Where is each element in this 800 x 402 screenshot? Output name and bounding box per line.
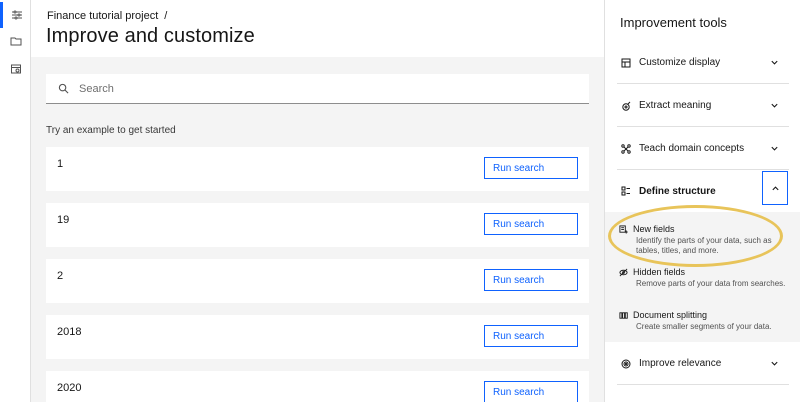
chevron-down-icon (771, 146, 778, 151)
search-box (46, 74, 589, 104)
subitem-title: Document splitting (633, 310, 708, 320)
tool-customize-display[interactable]: Customize display (605, 42, 800, 84)
subitem-title: New fields (633, 224, 675, 234)
example-text: 1 (57, 158, 64, 170)
chevron-down-icon (771, 60, 778, 65)
chevron-up-icon (771, 185, 779, 190)
improvement-tools-panel: Improvement tools Customize display Extr… (604, 0, 800, 402)
tool-label: Extract meaning (639, 100, 712, 111)
list-settings-icon (12, 10, 22, 20)
search-icon (58, 83, 69, 94)
extract-icon (622, 101, 631, 111)
example-row: 19 Run search (46, 203, 589, 247)
folder-icon (10, 37, 21, 46)
breadcrumb: Finance tutorial project / (47, 10, 167, 22)
tool-improve-relevance[interactable]: Improve relevance (605, 343, 800, 385)
split-icon (619, 311, 628, 319)
run-search-button[interactable]: Run search (484, 325, 578, 347)
subitem-description: Remove parts of your data from searches. (636, 279, 786, 288)
example-text: 2 (57, 270, 64, 282)
rail-item-data[interactable] (0, 28, 31, 54)
subitem-new-fields[interactable]: New fields Identify the parts of your da… (619, 224, 794, 256)
chevron-down-icon (771, 103, 778, 108)
example-row: 2 Run search (46, 259, 589, 303)
example-text: 2018 (57, 326, 82, 338)
calendar-settings-icon (10, 64, 21, 74)
subitem-document-splitting[interactable]: Document splitting Create smaller segmen… (619, 310, 794, 332)
relevance-icon (621, 359, 631, 368)
collapse-button[interactable] (762, 171, 788, 205)
layout-icon (621, 58, 631, 67)
subitem-hidden-fields[interactable]: Hidden fields Remove parts of your data … (619, 267, 794, 289)
structure-icon (621, 186, 630, 196)
example-row: 1 Run search (46, 147, 589, 191)
subitem-title: Hidden fields (633, 267, 686, 277)
tool-label: Customize display (639, 57, 721, 68)
example-text: 19 (57, 214, 70, 226)
example-row: 2018 Run search (46, 315, 589, 359)
run-search-button[interactable]: Run search (484, 157, 578, 179)
left-rail (0, 0, 31, 402)
tool-label: Define structure (639, 185, 716, 197)
search-input[interactable] (79, 82, 559, 95)
subitem-description: Identify the parts of your data, such as… (636, 236, 772, 255)
chevron-down-icon (771, 361, 778, 366)
panel-title: Improvement tools (620, 15, 727, 30)
run-search-button[interactable]: Run search (484, 381, 578, 402)
subitem-description: Create smaller segments of your data. (636, 322, 772, 331)
examples-label: Try an example to get started (46, 125, 176, 136)
rail-item-improve[interactable] (0, 2, 31, 28)
breadcrumb-link[interactable]: Finance tutorial project (47, 10, 158, 22)
new-fields-icon (619, 224, 628, 234)
run-search-button[interactable]: Run search (484, 213, 578, 235)
tool-extract-meaning[interactable]: Extract meaning (605, 85, 800, 127)
tool-teach-domain-concepts[interactable]: Teach domain concepts (605, 128, 800, 170)
define-structure-submenu: New fields Identify the parts of your da… (605, 212, 800, 342)
example-row: 2020 Run search (46, 371, 589, 402)
rail-item-manage[interactable] (0, 56, 31, 82)
tool-label: Teach domain concepts (639, 143, 745, 154)
main-content: Try an example to get started 1 Run sear… (31, 57, 604, 402)
concepts-icon (621, 143, 631, 154)
page-header: Finance tutorial project / Improve and cu… (31, 0, 604, 57)
app-window: Finance tutorial project / Improve and cu… (0, 0, 800, 402)
breadcrumb-separator: / (164, 10, 168, 22)
run-search-button[interactable]: Run search (484, 269, 578, 291)
tool-label: Improve relevance (639, 358, 722, 369)
example-text: 2020 (57, 382, 82, 394)
hidden-icon (619, 268, 628, 276)
page-title: Improve and customize (46, 25, 255, 47)
